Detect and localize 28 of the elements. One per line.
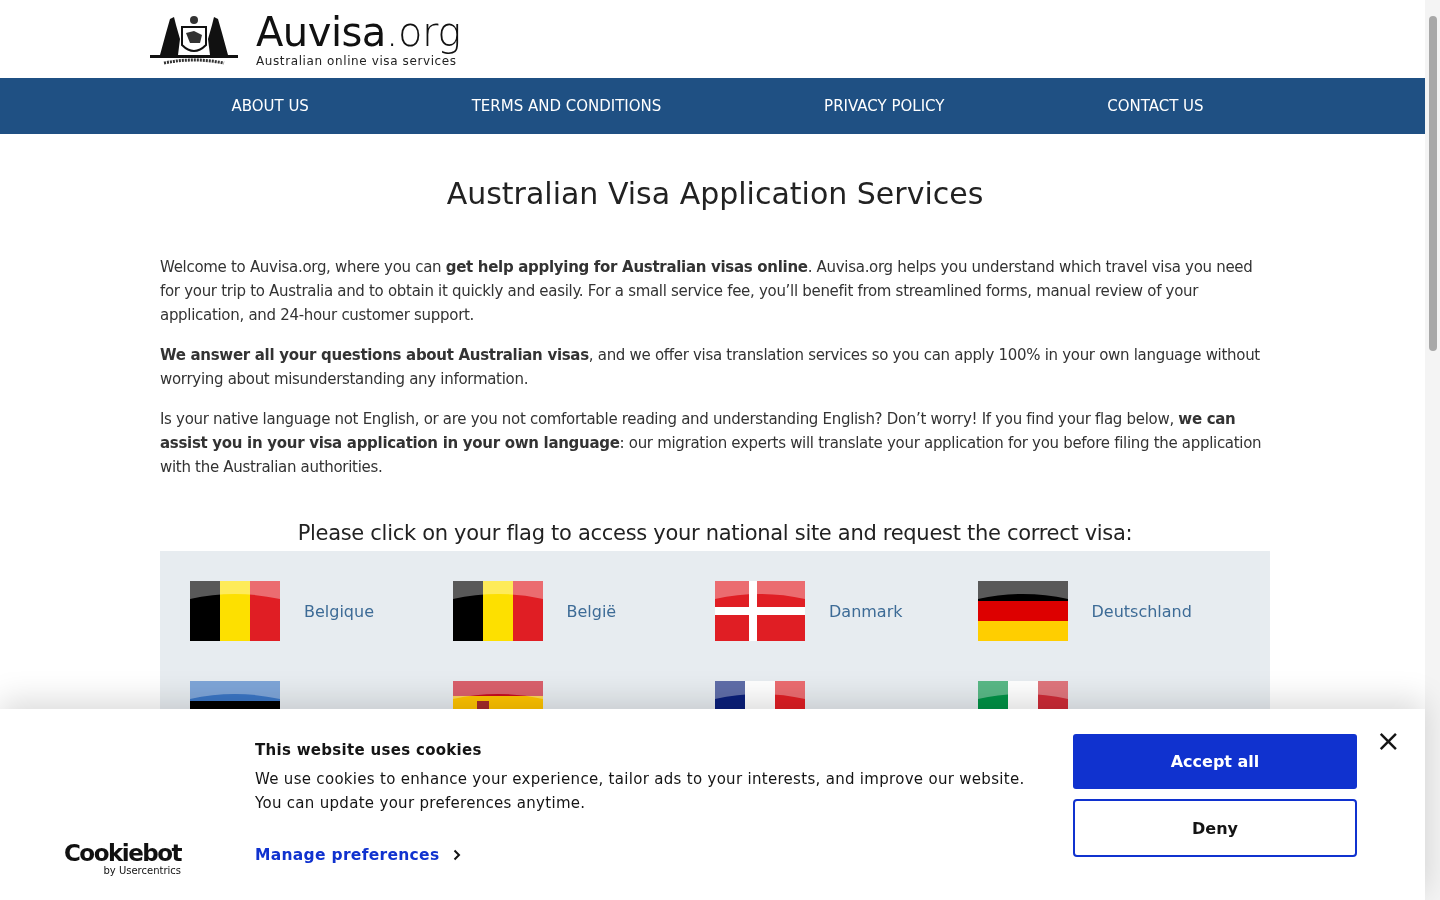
cookie-text: We use cookies to enhance your experience, tailor ads to your interests, and improve our website. You can update your preferences anytime. — [255, 769, 1026, 814]
nav-link[interactable]: TERMS AND CONDITIONS — [471, 97, 662, 115]
nav-link[interactable]: CONTACT US — [1107, 97, 1204, 115]
country-link[interactable]: België — [566, 601, 617, 621]
country-link[interactable]: Deutschland — [1091, 601, 1192, 621]
flag-icon[interactable] — [452, 581, 543, 641]
deny-button[interactable]: Deny — [1073, 799, 1357, 857]
cookiebot-logo: Cookiebot — [64, 841, 181, 865]
site-logo-text[interactable]: Auvisa.org — [256, 10, 461, 54]
accept-all-button[interactable]: Accept all — [1073, 734, 1357, 789]
nav-link[interactable]: ABOUT US — [231, 97, 309, 115]
intro-paragraph: Welcome to Auvisa.org, where you can get help applying for Australian visas online. Auvisa.org helps you understand which travel visa you need for your trip to Australia and to obtain it quickly and easily. For a small service fee, you’ll benefit from streamlined forms, manual review of your application, and 24-hour customer support. — [160, 257, 1254, 326]
country-link[interactable]: Danmark — [829, 601, 903, 621]
intro-paragraph: We answer all your questions about Australian visas, and we offer visa translation services so you can apply 100% in your own language without worrying about misunderstanding any information. — [160, 345, 1261, 390]
scrollbar[interactable] — [1425, 0, 1440, 900]
flag-icon[interactable] — [977, 581, 1068, 641]
country-link[interactable]: Belgique — [304, 601, 374, 621]
chevron-icon — [453, 849, 462, 861]
nav-link[interactable]: PRIVACY POLICY — [824, 97, 945, 115]
intro-paragraph: Is your native language not English, or are you not comfortable reading and understanding English? Don’t worry! If you find your flag below, we can assist you in your visa application in your own language: our migration experts will translate your application for you before filing the application with the Australian authorities. — [160, 409, 1263, 478]
page-title: Australian Visa Application Services — [445, 176, 985, 211]
close-button[interactable]: × — [1371, 727, 1405, 755]
flags-heading: Please click on your flag to access your national site and request the correct visa: — [296, 521, 1134, 545]
site-tagline: Australian online visa services — [256, 54, 458, 68]
cookiebot-byline: by Usercentrics — [103, 865, 181, 876]
manage-preferences-link[interactable]: Manage preferences — [255, 846, 462, 864]
flag-icon[interactable] — [190, 581, 280, 641]
cookie-title: This website uses cookies — [255, 741, 483, 759]
